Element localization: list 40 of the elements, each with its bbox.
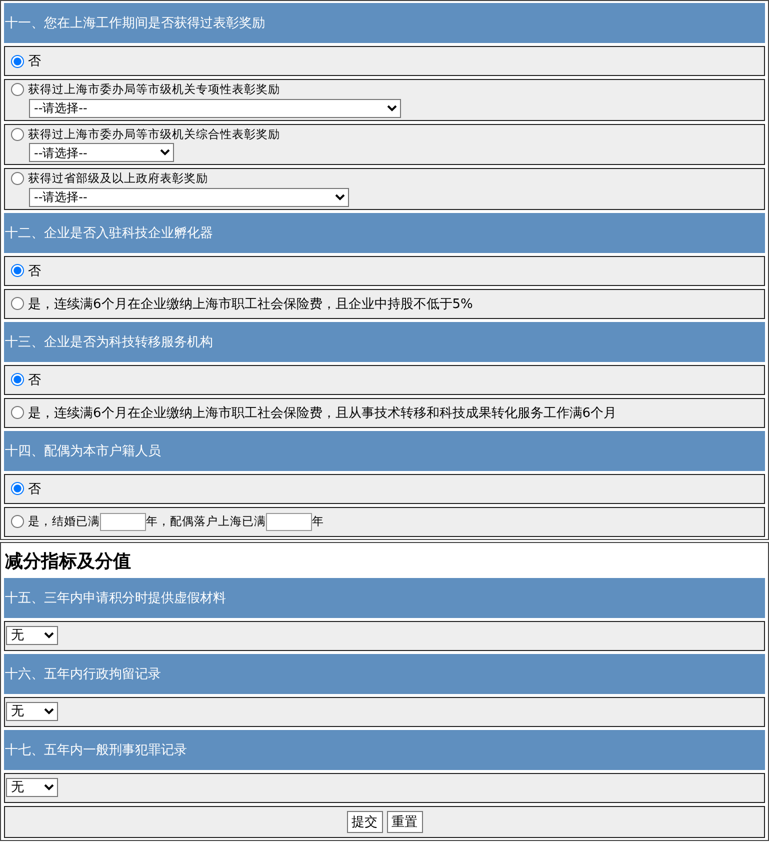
radio-button[interactable] <box>11 83 24 96</box>
option-label: 否 <box>28 480 41 498</box>
section-header: 十一、您在上海工作期间是否获得过表彰奖励 <box>4 3 765 43</box>
option-label: 获得过省部级及以上政府表彰奖励 <box>28 171 208 186</box>
radio-button[interactable] <box>11 515 24 528</box>
radio-button[interactable] <box>11 264 24 277</box>
dropdown[interactable]: 无 <box>6 702 58 721</box>
dropdown[interactable]: 无 <box>6 778 58 797</box>
section-header: 十五、三年内申请积分时提供虚假材料 <box>4 578 765 618</box>
dropdown[interactable]: 无 <box>6 626 58 645</box>
option-label: 否 <box>28 53 41 70</box>
radio-button[interactable] <box>11 128 24 140</box>
dropdown[interactable]: --请选择-- <box>29 98 401 118</box>
option-label: 获得过上海市委办局等市级机关综合性表彰奖励 <box>28 126 280 142</box>
option-label: 是，连续满6个月在企业缴纳上海市职工社会保险费，且企业中持股不低于5% <box>28 296 473 312</box>
option-label: 否 <box>28 372 41 388</box>
section-header: 十四、配偶为本市户籍人员 <box>4 430 765 470</box>
input-field[interactable] <box>100 512 146 530</box>
option-label: 是，结婚已满 <box>28 514 100 529</box>
section-heading: 减分指标及分值 <box>4 550 132 574</box>
option-label: 年 <box>312 514 324 529</box>
section-header: 十三、企业是否为科技转移服务机构 <box>4 322 765 362</box>
radio-button[interactable] <box>11 297 24 310</box>
form-button[interactable]: 重置 <box>386 810 422 832</box>
section-header: 十七、五年内一般刑事犯罪记录 <box>4 730 765 770</box>
option-label: 获得过上海市委办局等市级机关专项性表彰奖励 <box>28 82 280 97</box>
form-button[interactable]: 提交 <box>346 810 382 832</box>
radio-button[interactable] <box>11 172 24 185</box>
input-field[interactable] <box>266 512 312 530</box>
radio-button[interactable] <box>11 482 24 495</box>
dropdown[interactable]: --请选择-- <box>29 143 174 162</box>
section-header: 十六、五年内行政拘留记录 <box>4 654 765 694</box>
section-header: 十二、企业是否入驻科技企业孵化器 <box>4 212 765 252</box>
option-label: 年，配偶落户上海已满 <box>146 514 266 529</box>
dropdown[interactable]: --请选择-- <box>29 188 349 206</box>
option-label: 否 <box>28 262 41 280</box>
radio-button[interactable] <box>11 406 24 419</box>
option-label: 是，连续满6个月在企业缴纳上海市职工社会保险费，且从事技术转移和科技成果转化服务工作满6个月 <box>28 404 617 422</box>
radio-button[interactable] <box>11 373 24 386</box>
radio-button[interactable] <box>11 54 24 68</box>
